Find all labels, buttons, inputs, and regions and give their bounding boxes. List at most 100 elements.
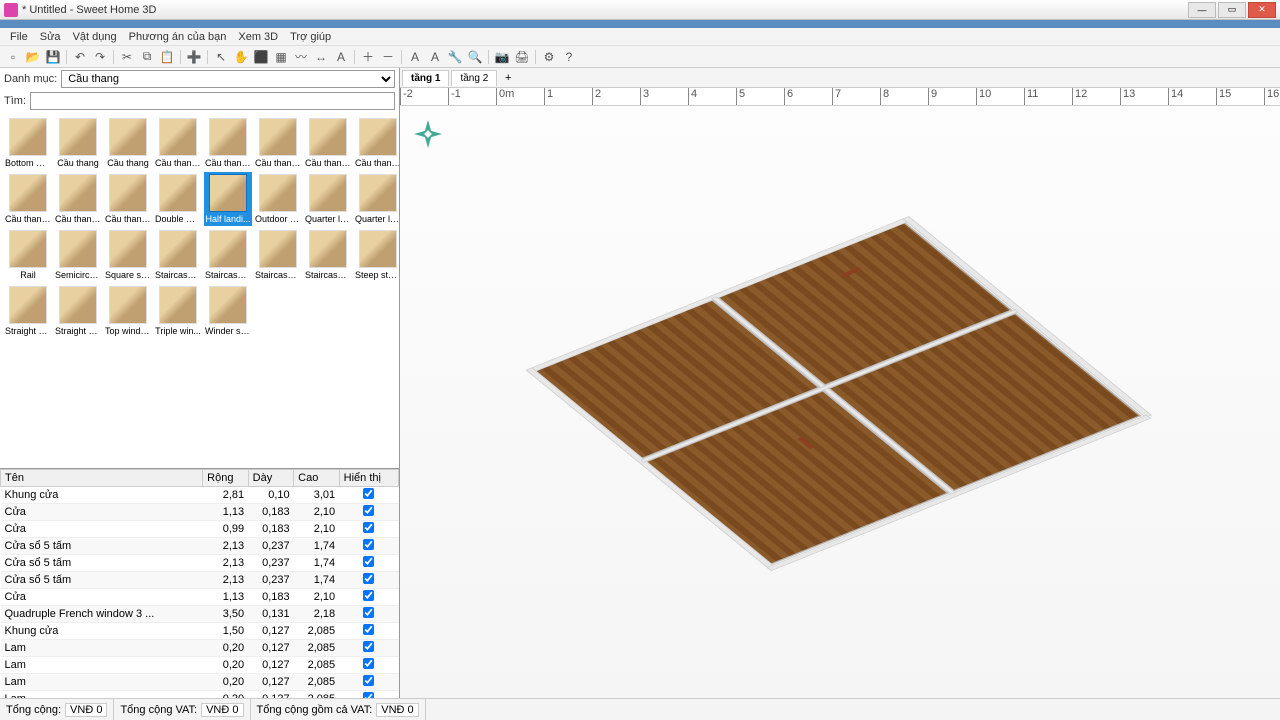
column-header[interactable]: Rộng xyxy=(203,470,249,487)
table-row[interactable]: Khung cửa1,500,1272,085 xyxy=(1,623,399,640)
column-header[interactable]: Tên xyxy=(1,470,203,487)
visible-checkbox[interactable] xyxy=(363,522,374,533)
visible-checkbox[interactable] xyxy=(363,624,374,635)
catalog-item[interactable]: Staircase s... xyxy=(254,228,302,282)
visible-checkbox[interactable] xyxy=(363,658,374,669)
minimize-button[interactable]: — xyxy=(1188,2,1216,18)
table-row[interactable]: Lam0,200,1272,085 xyxy=(1,657,399,674)
catalog-item[interactable]: Cầu thang... xyxy=(4,172,52,226)
new-icon[interactable]: ▫ xyxy=(4,48,22,66)
settings-icon[interactable]: ⚙ xyxy=(540,48,558,66)
floor-tab[interactable]: tầng 2 xyxy=(451,70,497,86)
table-row[interactable]: Lam0,200,1272,085 xyxy=(1,674,399,691)
table-row[interactable]: Cửa sổ 5 tấm2,130,2371,74 xyxy=(1,572,399,589)
catalog-item[interactable]: Cầu thang... xyxy=(304,116,352,170)
menu-file[interactable]: File xyxy=(4,29,34,45)
catalog-item[interactable]: Quarter la... xyxy=(354,172,399,226)
catalog-item[interactable]: Cầu thang... xyxy=(354,116,399,170)
catalog-item[interactable]: Steep stair... xyxy=(354,228,399,282)
visible-checkbox[interactable] xyxy=(363,556,374,567)
text-icon[interactable]: A xyxy=(332,48,350,66)
catalog-item[interactable]: Staircase l... xyxy=(204,228,252,282)
catalog-item[interactable]: Half landi... xyxy=(204,172,252,226)
menu-trợ giúp[interactable]: Trợ giúp xyxy=(284,29,337,45)
zoom-in-icon[interactable]: ＋ xyxy=(359,48,377,66)
close-button[interactable]: ✕ xyxy=(1248,2,1276,18)
wall-icon[interactable]: ⬛ xyxy=(252,48,270,66)
catalog-item[interactable]: Double wi... xyxy=(154,172,202,226)
visible-checkbox[interactable] xyxy=(363,675,374,686)
room-icon[interactable]: ▦ xyxy=(272,48,290,66)
zoom-out-icon[interactable]: － xyxy=(379,48,397,66)
visible-checkbox[interactable] xyxy=(363,590,374,601)
catalog-item[interactable]: Triple win... xyxy=(154,284,202,338)
table-row[interactable]: Cửa1,130,1832,10 xyxy=(1,589,399,606)
catalog-item[interactable]: Cầu thang... xyxy=(104,172,152,226)
visible-checkbox[interactable] xyxy=(363,573,374,584)
view-3d[interactable] xyxy=(400,106,1280,698)
redo-icon[interactable]: ↷ xyxy=(91,48,109,66)
floor-tab[interactable]: tầng 1 xyxy=(402,70,449,86)
select-icon[interactable]: ↖ xyxy=(212,48,230,66)
copy-icon[interactable]: ⧉ xyxy=(138,48,156,66)
a-icon[interactable]: A xyxy=(406,48,424,66)
table-row[interactable]: Cửa sổ 5 tấm2,130,2371,74 xyxy=(1,555,399,572)
catalog-item[interactable]: Staircase ... xyxy=(304,228,352,282)
visible-checkbox[interactable] xyxy=(363,488,374,499)
cut-icon[interactable]: ✂ xyxy=(118,48,136,66)
catalog-item[interactable]: Straight st... xyxy=(54,284,102,338)
a2-icon[interactable]: A xyxy=(426,48,444,66)
catalog-item[interactable]: Top winde... xyxy=(104,284,152,338)
polyline-icon[interactable]: 〰 xyxy=(292,48,310,66)
column-header[interactable]: Hiển thị xyxy=(339,470,398,487)
visible-checkbox[interactable] xyxy=(363,539,374,550)
table-row[interactable]: Cửa0,990,1832,10 xyxy=(1,521,399,538)
menu-xem 3d[interactable]: Xem 3D xyxy=(232,29,284,45)
catalog-item[interactable]: Winder sta... xyxy=(204,284,252,338)
table-row[interactable]: Khung cửa2,810,103,01 xyxy=(1,487,399,504)
visible-checkbox[interactable] xyxy=(363,641,374,652)
category-select[interactable]: Cầu thang xyxy=(61,70,395,88)
furniture-catalog[interactable]: Bottom wi...Cầu thangCầu thangCầu thang.… xyxy=(0,112,399,468)
column-header[interactable]: Dày xyxy=(248,470,294,487)
catalog-item[interactable]: Square spi... xyxy=(104,228,152,282)
catalog-item[interactable]: Staircase c... xyxy=(154,228,202,282)
column-header[interactable]: Cao xyxy=(294,470,340,487)
visible-checkbox[interactable] xyxy=(363,505,374,516)
catalog-item[interactable]: Cầu thang... xyxy=(154,116,202,170)
catalog-item[interactable]: Cầu thang xyxy=(54,116,102,170)
catalog-item[interactable]: Rail xyxy=(4,228,52,282)
table-row[interactable]: Quadruple French window 3 ...3,500,1312,… xyxy=(1,606,399,623)
furniture-table[interactable]: TênRộngDàyCaoHiển thị Khung cửa2,810,103… xyxy=(0,468,399,698)
catalog-item[interactable]: Cầu thang... xyxy=(254,116,302,170)
catalog-item[interactable]: Bottom wi... xyxy=(4,116,52,170)
search-icon[interactable]: 🔍 xyxy=(466,48,484,66)
menu-phương án của bạn[interactable]: Phương án của bạn xyxy=(123,29,233,45)
catalog-item[interactable]: Quarter la... xyxy=(304,172,352,226)
undo-icon[interactable]: ↶ xyxy=(71,48,89,66)
save-icon[interactable]: 💾 xyxy=(44,48,62,66)
catalog-item[interactable]: Cầu thang... xyxy=(54,172,102,226)
camera-icon[interactable]: 📷 xyxy=(493,48,511,66)
search-input[interactable] xyxy=(30,92,395,110)
help-icon[interactable]: ? xyxy=(560,48,578,66)
table-row[interactable]: Lam0,200,1272,085 xyxy=(1,691,399,699)
menu-vật dụng[interactable]: Vật dụng xyxy=(67,29,123,45)
visible-checkbox[interactable] xyxy=(363,607,374,618)
menu-sửa[interactable]: Sửa xyxy=(34,29,67,45)
compass-icon[interactable] xyxy=(412,118,444,150)
dimension-icon[interactable]: ↔ xyxy=(312,48,330,66)
print-icon[interactable]: 🖨 xyxy=(513,48,531,66)
pan-icon[interactable]: ✋ xyxy=(232,48,250,66)
table-row[interactable]: Cửa sổ 5 tấm2,130,2371,74 xyxy=(1,538,399,555)
catalog-item[interactable]: Cầu thang xyxy=(104,116,152,170)
maximize-button[interactable]: ▭ xyxy=(1218,2,1246,18)
paste-icon[interactable]: 📋 xyxy=(158,48,176,66)
catalog-item[interactable]: Straight st... xyxy=(4,284,52,338)
wrench-icon[interactable]: 🔧 xyxy=(446,48,464,66)
catalog-item[interactable]: Cầu thang... xyxy=(204,116,252,170)
add-furniture-icon[interactable]: ➕ xyxy=(185,48,203,66)
catalog-item[interactable]: Outdoor st... xyxy=(254,172,302,226)
catalog-item[interactable]: Semicircul... xyxy=(54,228,102,282)
add-floor-button[interactable]: + xyxy=(499,72,517,84)
